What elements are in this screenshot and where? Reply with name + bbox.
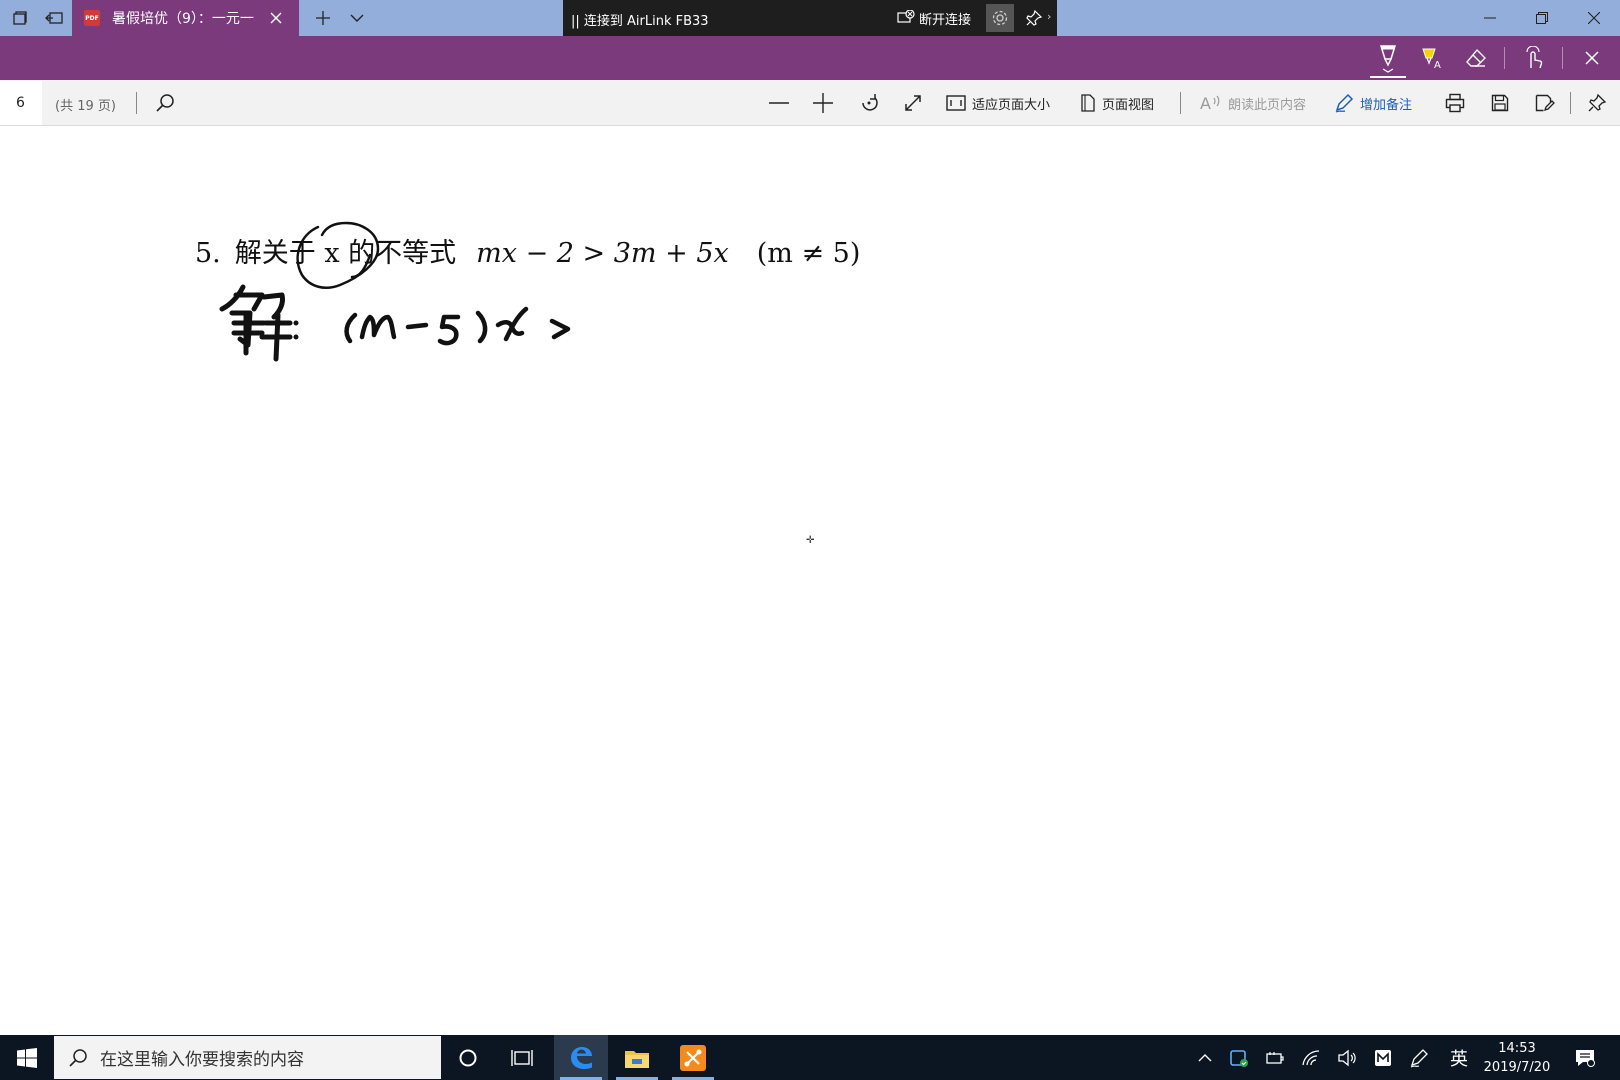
set-tabs-aside-icon[interactable]: [4, 0, 36, 36]
add-note-pen-icon: [1335, 93, 1354, 113]
ballpoint-pen-icon[interactable]: [1366, 36, 1410, 80]
close-ink-toolbar-icon[interactable]: [1570, 36, 1614, 80]
pin-toolbar-icon[interactable]: [1582, 80, 1612, 126]
ink-circle-tail: [350, 253, 372, 279]
page-total-label: (共 19 页): [55, 99, 116, 114]
fit-page-icon: [946, 95, 966, 111]
page-view-label: 页面视图: [1102, 97, 1155, 113]
toolbar-separator: [136, 92, 137, 114]
pdf-page[interactable]: 5. 解关于 x 的不等式 mx − 2 > 3m + 5x (m ≠ 5) ✛: [0, 127, 1620, 1035]
read-aloud-label: 朗读此页内容: [1228, 97, 1307, 113]
read-aloud-button[interactable]: A 朗读此页内容: [1200, 80, 1306, 126]
ink-circle-stroke: [296, 221, 380, 289]
ink-annotation-layer: [219, 221, 571, 362]
new-tab-icon[interactable]: [306, 0, 340, 36]
restore-icon[interactable]: [1518, 0, 1566, 36]
security-shield-icon[interactable]: [1222, 1035, 1256, 1080]
ink-colon-top: [293, 320, 299, 326]
ink-toolbar-separator: [1504, 47, 1505, 69]
zoom-out-icon[interactable]: [764, 80, 794, 126]
battery-plug-icon[interactable]: [1258, 1035, 1292, 1080]
pen-cursor-icon: ✛: [806, 535, 815, 546]
zoom-in-icon[interactable]: [808, 80, 838, 126]
tab-title: 暑假培优（9）：一元一: [112, 11, 254, 27]
page-view-button[interactable]: 页面视图: [1080, 80, 1154, 126]
disconnect-label: 断开连接: [919, 12, 972, 28]
disconnect-button[interactable]: 断开连接: [897, 0, 971, 36]
show-desktop-button[interactable]: [1612, 1035, 1620, 1080]
minimize-icon[interactable]: [1466, 0, 1514, 36]
page-number-input[interactable]: [0, 81, 42, 125]
add-note-button[interactable]: 增加备注: [1334, 80, 1412, 126]
wifi-icon[interactable]: [1294, 1035, 1328, 1080]
page-view-icon: [1081, 94, 1095, 112]
read-aloud-icon: A: [1200, 94, 1220, 112]
save-as-icon[interactable]: [1530, 80, 1560, 126]
pen-selected-indicator: [1370, 76, 1406, 78]
clock-time: 14:53: [1498, 1041, 1536, 1056]
system-tray: 英 14:53 2019/7/20: [0, 1035, 1620, 1080]
clock-date: 2019/7/20: [1483, 1060, 1551, 1075]
print-icon[interactable]: [1440, 80, 1470, 126]
touch-writing-icon[interactable]: [1512, 36, 1556, 80]
save-icon[interactable]: [1485, 80, 1515, 126]
volume-icon[interactable]: [1330, 1035, 1364, 1080]
pen-workspace-icon[interactable]: [1402, 1035, 1436, 1080]
pdf-file-icon: PDF: [84, 10, 100, 26]
svg-text:A: A: [1434, 60, 1441, 70]
ink-colon-bottom: [293, 334, 299, 340]
search-icon[interactable]: [152, 80, 178, 126]
action-center-icon[interactable]: [1564, 1035, 1606, 1080]
cast-title: || 连接到 AirLink FB33: [571, 14, 709, 29]
ink-toolbar-separator: [1562, 47, 1563, 69]
cast-pin-icon[interactable]: [1021, 0, 1047, 36]
highlighter-icon[interactable]: A: [1410, 36, 1454, 80]
title-bar: PDF 暑假培优（9）：一元一 || 连接到 AirLink FB33 断开连接…: [0, 0, 1620, 36]
tabs-aside-icon[interactable]: [38, 0, 70, 36]
eraser-icon[interactable]: [1454, 36, 1498, 80]
cast-connection-bar: || 连接到 AirLink FB33 断开连接 ›: [563, 0, 1057, 36]
tray-overflow-chevron-icon[interactable]: [1188, 1035, 1222, 1080]
ink-handwritten-jie: [219, 284, 293, 362]
cast-expand-chevron-icon[interactable]: ›: [1047, 10, 1051, 23]
fit-page-label: 适应页面大小: [972, 97, 1051, 113]
tab-list-chevron-icon[interactable]: [340, 0, 374, 36]
svg-text:A: A: [1200, 94, 1211, 112]
ime-language-indicator[interactable]: 英: [1442, 1035, 1476, 1080]
taskbar-clock[interactable]: 14:53 2019/7/20: [1472, 1039, 1562, 1077]
cast-disconnect-icon: [897, 10, 915, 23]
fit-page-button[interactable]: 适应页面大小: [946, 80, 1050, 126]
cast-settings-gear-icon[interactable]: [986, 4, 1014, 32]
taskbar: 在这里输入你要搜索的内容 英 14:53 2019/7/20: [0, 1035, 1620, 1080]
fullscreen-icon[interactable]: [898, 80, 928, 126]
tab-close-icon[interactable]: [270, 9, 282, 28]
add-note-label: 增加备注: [1360, 97, 1413, 113]
close-window-icon[interactable]: [1570, 0, 1618, 36]
pdf-toolbar: (共 19 页) 适应页面大小 页面视图 A 朗读此页内容 增加备注: [0, 80, 1620, 126]
rotate-icon[interactable]: [854, 80, 884, 126]
toolbar-separator: [1180, 92, 1181, 114]
input-method-app-icon[interactable]: [1366, 1035, 1400, 1080]
tab-active[interactable]: PDF 暑假培优（9）：一元一: [72, 0, 299, 36]
ink-toolbar: A: [0, 36, 1620, 80]
ink-handwritten-expression: [344, 306, 571, 346]
toolbar-separator: [1570, 92, 1571, 114]
